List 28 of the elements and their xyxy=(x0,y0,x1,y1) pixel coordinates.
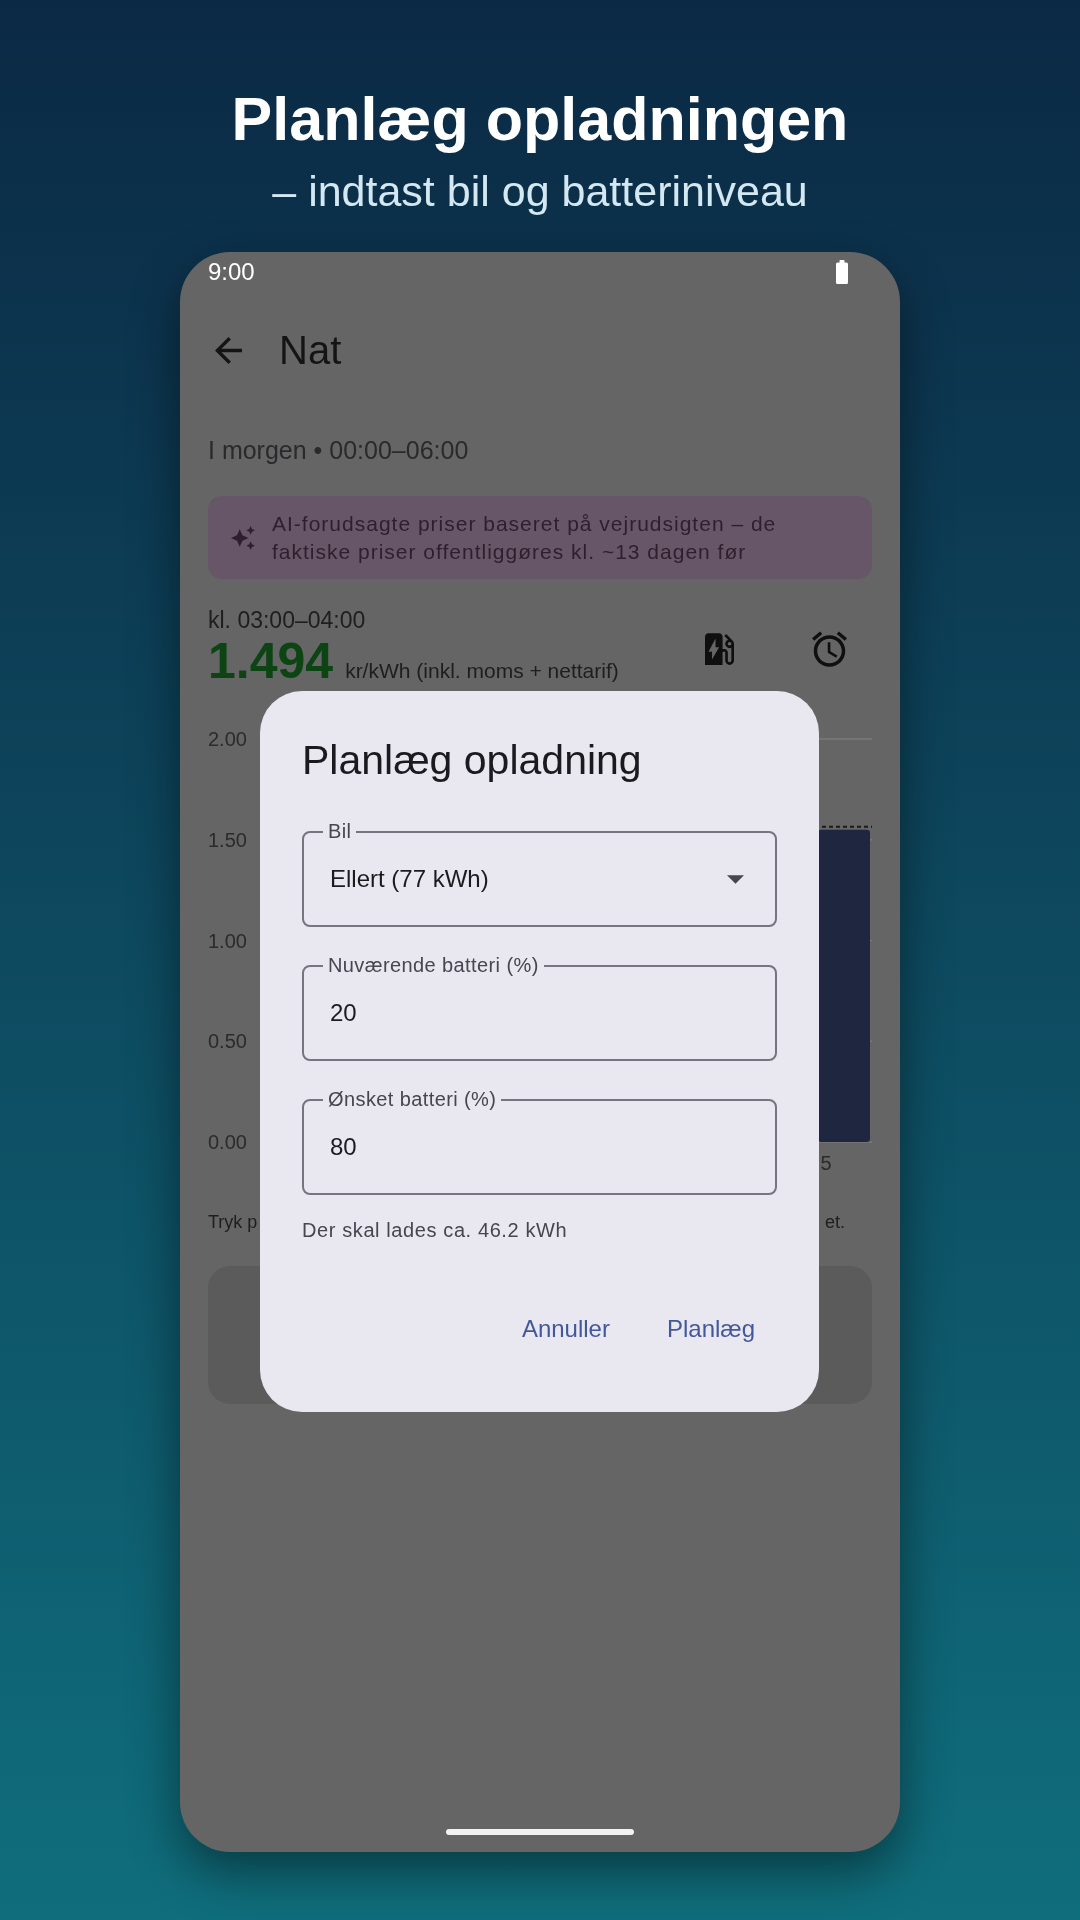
note-text: et. xyxy=(825,1211,845,1234)
period-text: I morgen • 00:00–06:00 xyxy=(208,435,469,466)
confirm-button[interactable]: Planlæg xyxy=(652,1305,769,1353)
axis-label: 2.00 xyxy=(208,728,247,750)
note-text: Tryk p xyxy=(208,1211,258,1234)
battery-icon xyxy=(836,260,848,284)
cancel-button[interactable]: Annuller xyxy=(507,1305,624,1353)
price-value: 1.494 xyxy=(208,634,334,688)
hint-text: Der skal lades ca. 46.2 kWh xyxy=(302,1218,568,1243)
sparkle-icon xyxy=(231,525,255,550)
dropdown-caret-icon xyxy=(727,874,744,884)
headline: Planlæg opladningen xyxy=(231,84,849,154)
alarm-clock-icon[interactable] xyxy=(812,631,847,667)
banner-text: AI-forudsagte priser baseret på vejrudsigten – de faktiske priser offentliggøres kl. ~13 dagen før xyxy=(272,510,778,565)
back-arrow-icon[interactable] xyxy=(215,336,242,364)
axis-label: 5 xyxy=(820,1152,832,1174)
axis-label: 0.00 xyxy=(208,1131,247,1153)
status-time: 9:00 xyxy=(208,258,255,286)
subheadline: – indtast bil og batteriniveau xyxy=(272,166,808,216)
price-unit: kr/kWh (inkl. moms + nettarif) xyxy=(345,658,619,684)
screen-title: Nat xyxy=(279,327,342,373)
dashed-marker xyxy=(821,825,872,828)
axis-label: 0.50 xyxy=(208,1030,247,1053)
axis-label: 1.50 xyxy=(208,828,247,851)
dialog-title: Planlæg opladning xyxy=(302,736,642,784)
charger-icon[interactable] xyxy=(705,632,734,666)
axis-label: 1.00 xyxy=(208,929,247,952)
hour-label: kl. 03:00–04:00 xyxy=(208,606,366,634)
